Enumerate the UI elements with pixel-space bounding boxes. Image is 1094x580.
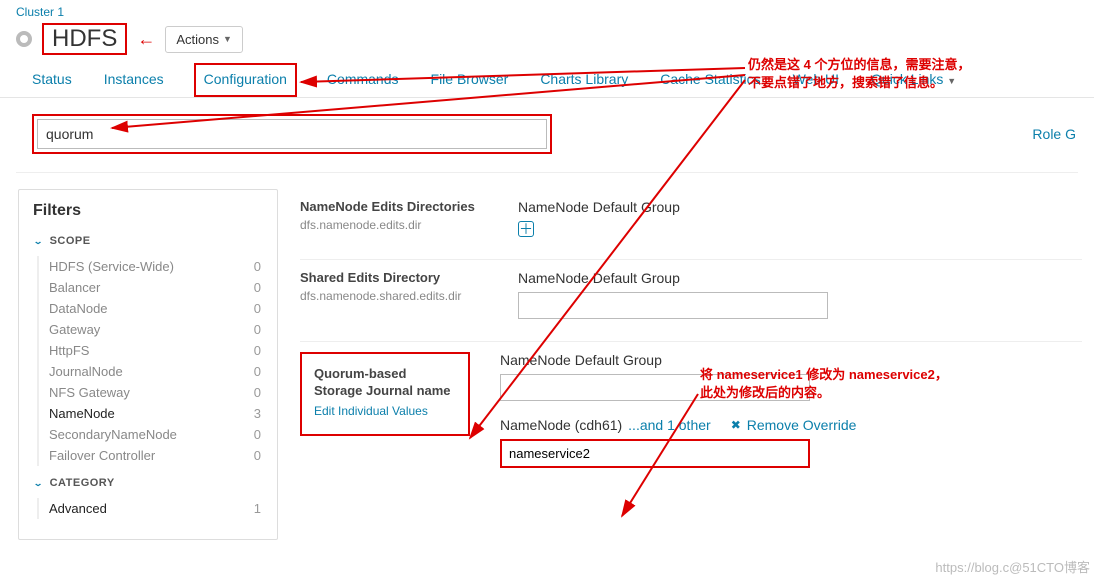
- scope-item[interactable]: SecondaryNameNode0: [39, 424, 263, 445]
- service-title: HDFS: [42, 23, 127, 55]
- config-title: NameNode Edits Directories: [300, 199, 488, 216]
- scope-item[interactable]: Balancer0: [39, 277, 263, 298]
- tab-status[interactable]: Status: [30, 63, 74, 97]
- config-value-input[interactable]: [518, 292, 828, 319]
- category-list: Advanced1: [37, 498, 263, 519]
- scope-list: HDFS (Service-Wide)0 Balancer0 DataNode0…: [37, 256, 263, 466]
- tab-charts-library[interactable]: Charts Library: [538, 63, 630, 97]
- annotation-arrow-icon: ←: [137, 29, 155, 50]
- actions-label: Actions: [176, 32, 219, 47]
- tab-file-browser[interactable]: File Browser: [429, 63, 511, 97]
- scope-item[interactable]: JournalNode0: [39, 361, 263, 382]
- config-title: Quorum-based Storage Journal name: [314, 366, 456, 400]
- filters-title: Filters: [33, 202, 263, 220]
- config-key: dfs.namenode.edits.dir: [300, 218, 488, 232]
- scope-item[interactable]: Gateway0: [39, 319, 263, 340]
- config-row: NameNode Edits Directories dfs.namenode.…: [300, 189, 1082, 260]
- scope-item[interactable]: DataNode0: [39, 298, 263, 319]
- annotation-box: Quorum-based Storage Journal name Edit I…: [300, 352, 470, 436]
- tab-instances[interactable]: Instances: [102, 63, 166, 97]
- tab-cache-statistics[interactable]: Cache Statistics: [658, 63, 762, 97]
- watermark: https://blog.c@51CTO博客: [935, 557, 1090, 576]
- config-group: NameNode Default Group: [518, 199, 1082, 215]
- override-line: NameNode (cdh61) ...and 1 other ✖ Remove…: [500, 417, 1082, 433]
- chevron-down-icon: ⌄: [33, 478, 44, 488]
- tab-configuration[interactable]: Configuration: [194, 63, 297, 97]
- config-title: Shared Edits Directory: [300, 270, 488, 287]
- config-group: NameNode Default Group: [518, 270, 1082, 286]
- scope-item[interactable]: NFS Gateway0: [39, 382, 263, 403]
- scope-item[interactable]: Failover Controller0: [39, 445, 263, 466]
- breadcrumb-cluster[interactable]: Cluster 1: [0, 0, 1094, 19]
- annotation-text: 仍然是这 4 个方位的信息，需要注意， 不要点错了地方，搜索错了信息。: [748, 56, 970, 92]
- filters-panel: Filters ⌄ SCOPE HDFS (Service-Wide)0 Bal…: [18, 189, 278, 540]
- override-group-name: NameNode (cdh61): [500, 417, 622, 433]
- status-circle-icon: [16, 31, 32, 47]
- category-header[interactable]: ⌄ CATEGORY: [33, 476, 263, 490]
- override-more-link[interactable]: ...and 1 other: [628, 417, 711, 433]
- remove-override-link[interactable]: Remove Override: [747, 417, 857, 433]
- edit-individual-values-link[interactable]: Edit Individual Values: [314, 404, 456, 418]
- override-value-input[interactable]: [500, 439, 810, 468]
- add-icon[interactable]: ＋: [518, 221, 534, 237]
- scope-header[interactable]: ⌄ SCOPE: [33, 234, 263, 248]
- config-key: dfs.namenode.shared.edits.dir: [300, 289, 488, 303]
- close-icon: ✖: [731, 418, 741, 432]
- scope-item[interactable]: NameNode3: [39, 403, 263, 424]
- search-input[interactable]: [37, 119, 547, 149]
- caret-down-icon: ▼: [223, 34, 232, 44]
- category-item[interactable]: Advanced1: [39, 498, 263, 519]
- role-groups-link[interactable]: Role G: [1032, 126, 1078, 142]
- config-list: NameNode Edits Directories dfs.namenode.…: [300, 189, 1082, 540]
- scope-label: SCOPE: [50, 235, 91, 247]
- config-row: Quorum-based Storage Journal name Edit I…: [300, 342, 1082, 490]
- chevron-down-icon: ⌄: [33, 236, 44, 246]
- category-label: CATEGORY: [50, 477, 115, 489]
- annotation-text: 将 nameservice1 修改为 nameservice2， 此处为修改后的…: [700, 366, 948, 402]
- annotation-box: [32, 114, 552, 154]
- scope-item[interactable]: HttpFS0: [39, 340, 263, 361]
- tab-commands[interactable]: Commands: [325, 63, 401, 97]
- scope-item[interactable]: HDFS (Service-Wide)0: [39, 256, 263, 277]
- config-row: Shared Edits Directory dfs.namenode.shar…: [300, 260, 1082, 342]
- actions-dropdown[interactable]: Actions ▼: [165, 26, 243, 53]
- search-row: Role G: [16, 98, 1078, 173]
